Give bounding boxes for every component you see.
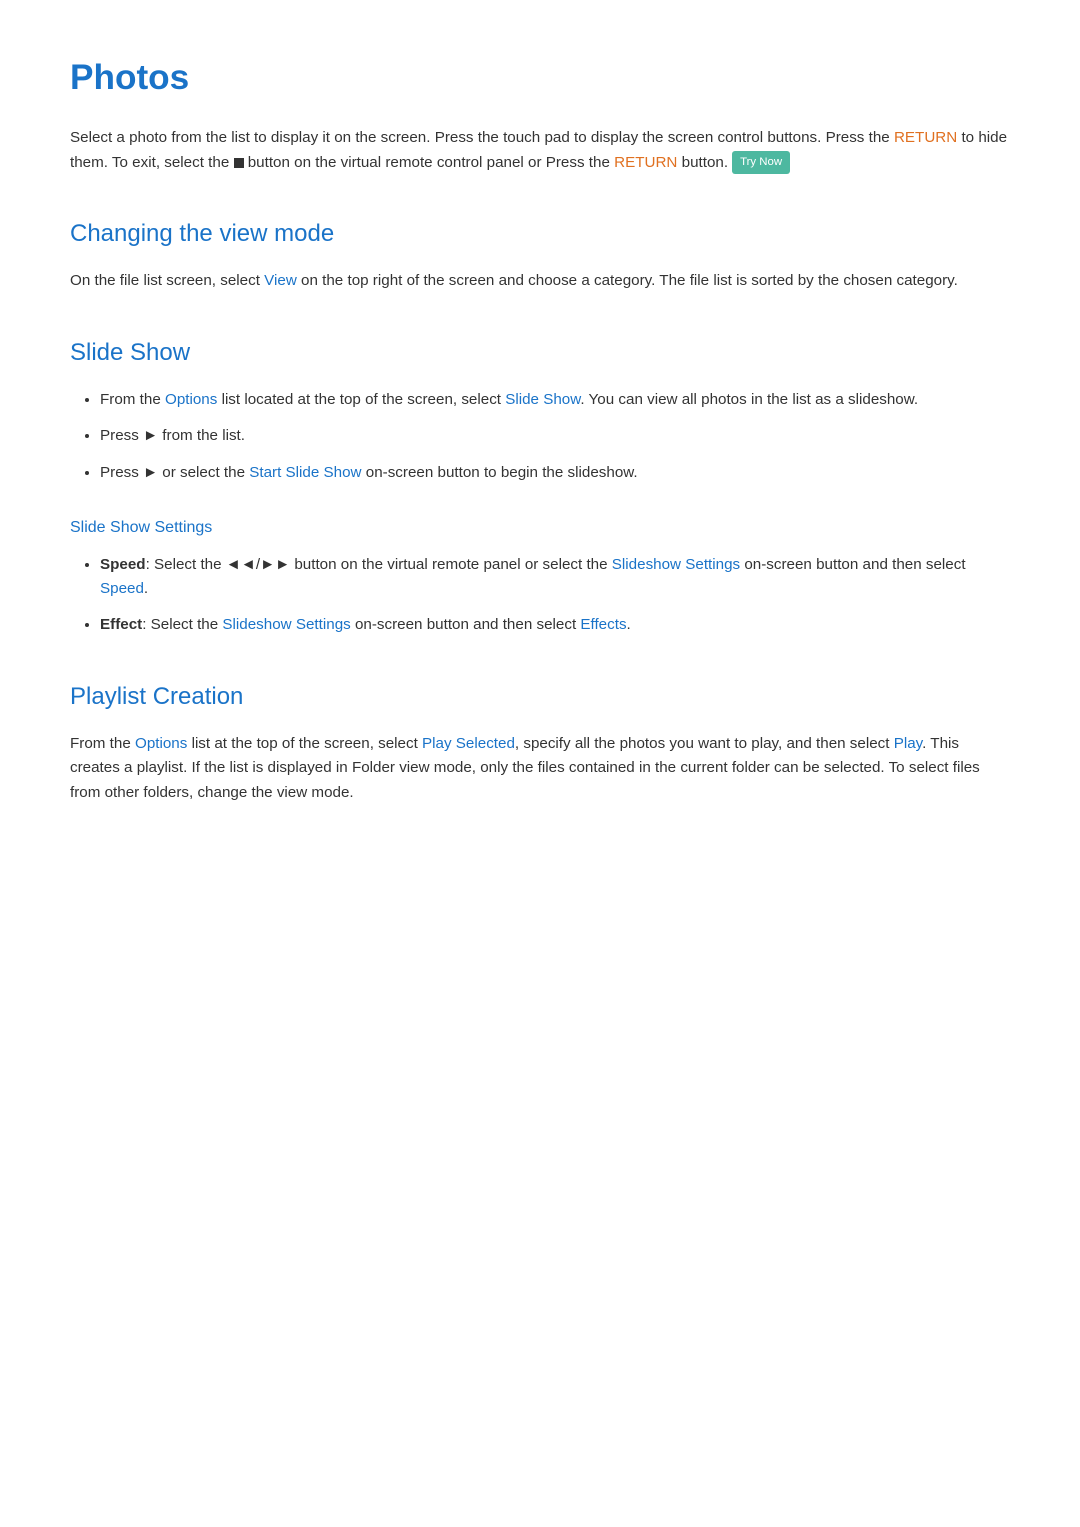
intro-paragraph: Select a photo from the list to display … bbox=[70, 126, 1010, 175]
return-link-1[interactable]: RETURN bbox=[894, 129, 957, 146]
stop-icon bbox=[234, 158, 244, 168]
effects-link[interactable]: Effects bbox=[580, 616, 626, 633]
options-link-2[interactable]: Options bbox=[135, 735, 187, 752]
ss3-text1: Press ► or select the bbox=[100, 464, 249, 481]
speed-text1: : Select the ◄◄/►► button on the virtual… bbox=[146, 556, 612, 573]
ss3-text2: on-screen button to begin the slideshow. bbox=[362, 464, 638, 481]
slide-show-settings-list: Speed: Select the ◄◄/►► button on the vi… bbox=[100, 553, 1010, 638]
intro-text-4: button. bbox=[677, 154, 728, 171]
slide-show-list: From the Options list located at the top… bbox=[100, 388, 1010, 485]
start-slide-show-link[interactable]: Start Slide Show bbox=[249, 464, 361, 481]
intro-text-1: Select a photo from the list to display … bbox=[70, 129, 894, 146]
speed-label: Speed bbox=[100, 556, 146, 573]
page-title: Photos bbox=[70, 50, 1010, 106]
slide-show-link[interactable]: Slide Show bbox=[505, 391, 580, 408]
effect-label: Effect bbox=[100, 616, 142, 633]
ss1-text3: . You can view all photos in the list as… bbox=[580, 391, 918, 408]
pc-text3: , specify all the photos you want to pla… bbox=[515, 735, 894, 752]
pc-text1: From the bbox=[70, 735, 135, 752]
speed-text2: on-screen button and then select bbox=[740, 556, 965, 573]
cvm-text-before: On the file list screen, select bbox=[70, 272, 264, 289]
play-selected-link[interactable]: Play Selected bbox=[422, 735, 515, 752]
section-heading-changing-view-mode: Changing the view mode bbox=[70, 215, 1010, 253]
view-link[interactable]: View bbox=[264, 272, 297, 289]
list-item-slideshow-3: Press ► or select the Start Slide Show o… bbox=[100, 461, 1010, 485]
list-item-effect: Effect: Select the Slideshow Settings on… bbox=[100, 613, 1010, 637]
intro-text-3: button on the virtual remote control pan… bbox=[244, 154, 615, 171]
return-link-2[interactable]: RETURN bbox=[614, 154, 677, 171]
section-heading-slide-show: Slide Show bbox=[70, 334, 1010, 372]
list-item-speed: Speed: Select the ◄◄/►► button on the vi… bbox=[100, 553, 1010, 602]
ss1-text2: list located at the top of the screen, s… bbox=[217, 391, 505, 408]
ss2-text: Press ► from the list. bbox=[100, 427, 245, 444]
speed-link[interactable]: Speed bbox=[100, 580, 144, 597]
try-now-badge[interactable]: Try Now bbox=[732, 151, 790, 173]
list-item-slideshow-1: From the Options list located at the top… bbox=[100, 388, 1010, 412]
pc-text2: list at the top of the screen, select bbox=[187, 735, 422, 752]
slideshow-settings-link-2[interactable]: Slideshow Settings bbox=[222, 616, 350, 633]
play-link[interactable]: Play bbox=[894, 735, 922, 752]
ss1-text1: From the bbox=[100, 391, 165, 408]
section-heading-playlist-creation: Playlist Creation bbox=[70, 678, 1010, 716]
playlist-creation-paragraph: From the Options list at the top of the … bbox=[70, 732, 1010, 805]
changing-view-mode-paragraph: On the file list screen, select View on … bbox=[70, 269, 1010, 293]
list-item-slideshow-2: Press ► from the list. bbox=[100, 424, 1010, 448]
speed-text3: . bbox=[144, 580, 148, 597]
cvm-text-after: on the top right of the screen and choos… bbox=[297, 272, 958, 289]
effect-text2: on-screen button and then select bbox=[351, 616, 581, 633]
options-link-1[interactable]: Options bbox=[165, 391, 217, 408]
effect-text1: : Select the bbox=[142, 616, 222, 633]
effect-text3: . bbox=[627, 616, 631, 633]
subsection-heading-slide-show-settings: Slide Show Settings bbox=[70, 515, 1010, 541]
slideshow-settings-link-1[interactable]: Slideshow Settings bbox=[612, 556, 740, 573]
